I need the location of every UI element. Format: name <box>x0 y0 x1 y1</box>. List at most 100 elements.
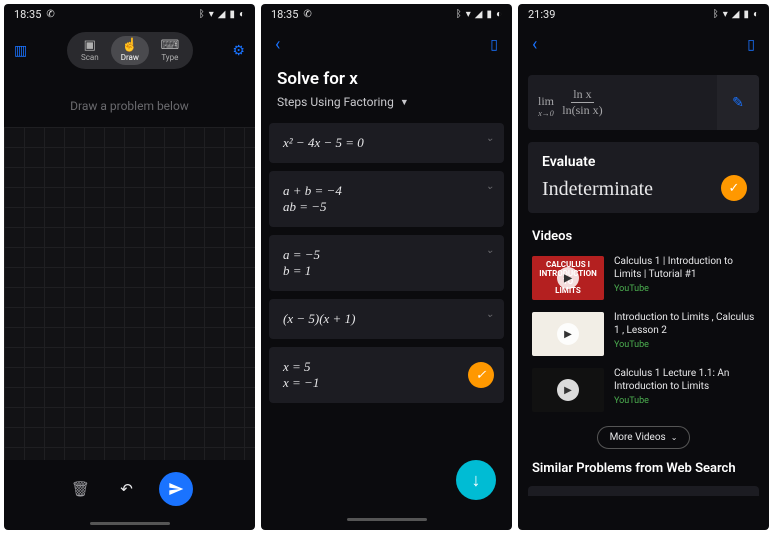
chevron-down-icon: ⌄ <box>671 433 678 442</box>
top-bar: ‹ ▯ <box>518 24 769 65</box>
bluetooth-icon: ᛒ <box>456 9 462 20</box>
top-bar: ▥ ▣ Scan ☝ Draw ⌨ Type ⚙ <box>4 24 255 77</box>
mode-type-label: Type <box>161 53 178 62</box>
video-source: YouTube <box>614 340 755 350</box>
edit-expression-button[interactable]: ✎ <box>717 75 759 130</box>
delete-button[interactable]: 🗑 <box>67 475 95 503</box>
bookmark-icon[interactable]: ▯ <box>490 37 498 53</box>
home-indicator <box>347 518 427 521</box>
bluetooth-icon: ᛒ <box>199 9 205 20</box>
send-icon <box>168 481 184 497</box>
method-label: Steps Using Factoring <box>277 95 394 109</box>
mode-draw[interactable]: ☝ Draw <box>111 36 149 65</box>
fraction-numerator: ln x <box>571 87 593 103</box>
back-button[interactable]: ‹ <box>275 34 280 55</box>
wifi-icon: ▾ <box>466 9 471 20</box>
step-equation: x = 5 x = −1 <box>283 359 319 390</box>
status-bar: 18:35 ✆ ᛒ ▾ ◢ ▮ ◐ <box>4 4 255 24</box>
bookmark-icon[interactable]: ▯ <box>747 37 755 53</box>
mode-scan-label: Scan <box>81 53 99 62</box>
expression-body: lim x→0 ln x ln(sin x) <box>528 75 717 130</box>
settings-icon[interactable]: ⚙ <box>232 43 245 59</box>
circle-icon: ◐ <box>753 9 759 20</box>
video-thumbnail: ▶ <box>532 368 604 412</box>
similar-card-preview <box>528 486 759 496</box>
bluetooth-icon: ᛒ <box>713 9 719 20</box>
solution-check-icon: ✓ <box>468 362 494 388</box>
play-icon: ▶ <box>557 323 579 345</box>
battery-icon: ▮ <box>486 9 492 20</box>
result-card: Evaluate Indeterminate ✓ <box>528 142 759 213</box>
pencil-icon: ✎ <box>732 95 744 111</box>
hand-icon: ☝ <box>122 39 138 52</box>
step-card[interactable]: x² − 4x − 5 = 0 ⌄ <box>269 123 504 163</box>
screen-solve-steps: 18:35 ✆ ᛒ ▾ ◢ ▮ ◐ ‹ ▯ Solve for x Steps … <box>261 4 512 530</box>
status-time: 21:39 <box>528 8 555 21</box>
chevron-down-icon: ▼ <box>400 97 409 108</box>
screen-evaluate-result: 21:39 ᛒ ▾ ◢ ▮ ◐ ‹ ▯ lim x→0 ln x ln(sin … <box>518 4 769 530</box>
status-time: 18:35 <box>271 8 298 21</box>
videos-header: Videos <box>518 219 769 250</box>
bottom-toolbar: 🗑 ↶ <box>4 460 255 522</box>
step-equation: (x − 5)(x + 1) <box>283 311 355 326</box>
mode-draw-label: Draw <box>121 53 139 62</box>
status-bar: 18:35 ✆ ᛒ ▾ ◢ ▮ ◐ <box>261 4 512 24</box>
video-thumbnail: CALCULUS I INTRODUCTION TO LIMITS ▶ <box>532 256 604 300</box>
signal-icon: ◢ <box>732 9 740 20</box>
circle-icon: ◐ <box>239 9 245 20</box>
play-icon: ▶ <box>557 379 579 401</box>
video-title: Calculus 1 Lecture 1.1: An Introduction … <box>614 368 755 393</box>
expression-card: lim x→0 ln x ln(sin x) ✎ <box>528 75 759 130</box>
home-indicator <box>90 522 170 525</box>
whatsapp-icon: ✆ <box>46 9 54 20</box>
step-card[interactable]: a + b = −4 ab = −5 ⌄ <box>269 171 504 227</box>
signal-icon: ◢ <box>475 9 483 20</box>
status-time: 18:35 <box>14 8 41 21</box>
whatsapp-icon: ✆ <box>303 9 311 20</box>
signal-icon: ◢ <box>218 9 226 20</box>
battery-icon: ▮ <box>743 9 749 20</box>
mode-type[interactable]: ⌨ Type <box>151 36 189 65</box>
wifi-icon: ▾ <box>209 9 214 20</box>
video-title: Calculus 1 | Introduction to Limits | Tu… <box>614 256 755 281</box>
step-equation: a = −5 b = 1 <box>283 247 320 278</box>
draw-hint: Draw a problem below <box>4 77 255 127</box>
submit-button[interactable] <box>159 472 193 506</box>
method-dropdown[interactable]: Steps Using Factoring ▼ <box>261 95 512 119</box>
step-card[interactable]: a = −5 b = 1 ⌄ <box>269 235 504 291</box>
step-card[interactable]: (x − 5)(x + 1) ⌄ <box>269 299 504 339</box>
back-button[interactable]: ‹ <box>532 34 537 55</box>
step-equation: x² − 4x − 5 = 0 <box>283 135 364 150</box>
more-videos-label: More Videos <box>610 432 666 443</box>
mode-scan[interactable]: ▣ Scan <box>71 36 109 65</box>
video-item[interactable]: ▶ Introduction to Limits , Calculus 1 , … <box>518 306 769 362</box>
chevron-down-icon: ⌄ <box>486 133 494 144</box>
chevron-down-icon: ⌄ <box>486 181 494 192</box>
video-thumbnail: ▶ <box>532 312 604 356</box>
draw-canvas[interactable] <box>4 127 255 460</box>
video-item[interactable]: CALCULUS I INTRODUCTION TO LIMITS ▶ Calc… <box>518 250 769 306</box>
step-card-final[interactable]: x = 5 x = −1 ✓ <box>269 347 504 403</box>
similar-problems-header: Similar Problems from Web Search <box>518 459 769 482</box>
screen-draw: 18:35 ✆ ᛒ ▾ ◢ ▮ ◐ ▥ ▣ Scan ☝ Draw ⌨ Type <box>4 4 255 530</box>
video-title: Introduction to Limits , Calculus 1 , Le… <box>614 312 755 337</box>
panel-icon[interactable]: ▥ <box>14 43 27 59</box>
scroll-down-button[interactable]: ↓ <box>456 460 496 500</box>
chevron-down-icon: ⌄ <box>486 309 494 320</box>
limit-sub: x→0 <box>538 109 554 118</box>
wifi-icon: ▾ <box>723 9 728 20</box>
undo-button[interactable]: ↶ <box>113 475 141 503</box>
chevron-down-icon: ⌄ <box>486 245 494 256</box>
video-item[interactable]: ▶ Calculus 1 Lecture 1.1: An Introductio… <box>518 362 769 418</box>
result-heading: Evaluate <box>542 154 745 170</box>
circle-icon: ◐ <box>496 9 502 20</box>
step-equation: a + b = −4 ab = −5 <box>283 183 342 214</box>
more-videos-button[interactable]: More Videos ⌄ <box>597 426 691 449</box>
battery-icon: ▮ <box>229 9 235 20</box>
video-source: YouTube <box>614 396 755 406</box>
fraction-denominator: ln(sin x) <box>560 103 604 118</box>
keyboard-icon: ⌨ <box>160 39 179 52</box>
page-title: Solve for x <box>261 65 512 95</box>
video-source: YouTube <box>614 284 755 294</box>
result-value: Indeterminate <box>542 178 745 201</box>
